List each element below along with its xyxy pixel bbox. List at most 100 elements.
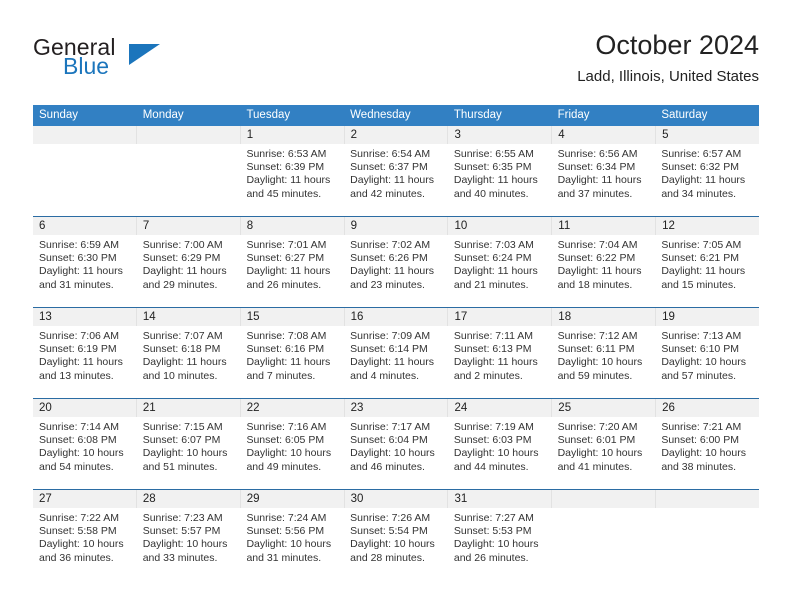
sunrise-text: Sunrise: 7:23 AM <box>142 512 223 524</box>
day-cell[interactable]: Sunrise: 7:09 AM Sunset: 6:14 PM Daylight:… <box>344 326 448 398</box>
day-cell[interactable]: Sunrise: 7:23 AM Sunset: 5:57 PM Daylight:… <box>137 508 241 580</box>
day-number[interactable]: 26 <box>655 399 759 417</box>
day-cell-empty <box>655 508 759 580</box>
day-cell[interactable]: Sunrise: 7:00 AM Sunset: 6:29 PM Daylight:… <box>137 235 241 307</box>
daylight-text-line1: Daylight: 11 hours <box>142 265 227 278</box>
day-number[interactable]: 2 <box>343 126 448 144</box>
day-cell[interactable]: Sunrise: 7:26 AM Sunset: 5:54 PM Daylight:… <box>344 508 448 580</box>
sunset-text: Sunset: 6:08 PM <box>39 434 117 447</box>
day-number[interactable]: 3 <box>447 126 551 144</box>
day-number[interactable]: 27 <box>33 490 136 508</box>
sunrise-text: Sunrise: 7:07 AM <box>142 330 223 342</box>
day-number[interactable]: 13 <box>33 308 136 326</box>
day-cell[interactable]: Sunrise: 7:05 AM Sunset: 6:21 PM Daylight:… <box>655 235 759 307</box>
sunset-text: Sunset: 5:57 PM <box>142 525 221 538</box>
daylight-text-line2: and 49 minutes. <box>246 460 322 473</box>
day-number[interactable]: 7 <box>135 217 240 235</box>
daylight-text-line1: Daylight: 11 hours <box>453 356 538 369</box>
sunset-text: Sunset: 6:10 PM <box>661 343 739 356</box>
day-cell[interactable]: Sunrise: 7:06 AM Sunset: 6:19 PM Daylight:… <box>33 326 137 398</box>
day-number[interactable]: 23 <box>343 399 448 417</box>
day-number[interactable]: 29 <box>239 490 344 508</box>
day-cell[interactable]: Sunrise: 7:03 AM Sunset: 6:24 PM Daylight:… <box>448 235 552 307</box>
day-number[interactable]: 9 <box>343 217 448 235</box>
day-cell[interactable]: Sunrise: 6:55 AM Sunset: 6:35 PM Daylight:… <box>448 144 552 216</box>
day-cell[interactable]: Sunrise: 7:12 AM Sunset: 6:11 PM Daylight:… <box>552 326 656 398</box>
day-number[interactable]: 11 <box>551 217 655 235</box>
day-number[interactable]: 28 <box>135 490 240 508</box>
day-cell[interactable]: Sunrise: 7:24 AM Sunset: 5:56 PM Daylight:… <box>240 508 344 580</box>
sunrise-text: Sunrise: 6:54 AM <box>350 148 431 160</box>
day-number[interactable]: 22 <box>239 399 344 417</box>
day-number[interactable]: 16 <box>343 308 448 326</box>
general-blue-logo[interactable]: General Blue <box>33 34 233 90</box>
day-cell[interactable]: Sunrise: 7:27 AM Sunset: 5:53 PM Daylight:… <box>448 508 552 580</box>
day-number[interactable]: 12 <box>655 217 759 235</box>
sunset-text: Sunset: 5:58 PM <box>39 525 117 538</box>
daylight-text-line1: Daylight: 11 hours <box>39 356 123 369</box>
day-number[interactable]: 20 <box>33 399 136 417</box>
day-number[interactable]: 24 <box>447 399 551 417</box>
day-number[interactable]: 15 <box>239 308 344 326</box>
daylight-text-line1: Daylight: 11 hours <box>453 265 538 278</box>
day-number[interactable]: 21 <box>135 399 240 417</box>
day-cell[interactable]: Sunrise: 7:16 AM Sunset: 6:05 PM Daylight:… <box>240 417 344 489</box>
calendar-week-row: 20 21 22 23 24 25 26 Sunrise: 7:14 AM Sunset: 6:… <box>33 398 759 489</box>
sunset-text: Sunset: 6:34 PM <box>557 161 636 174</box>
day-number[interactable]: 31 <box>447 490 551 508</box>
day-cell[interactable]: Sunrise: 7:21 AM Sunset: 6:00 PM Daylight:… <box>655 417 759 489</box>
day-number[interactable]: 17 <box>447 308 551 326</box>
day-number-empty <box>655 490 759 508</box>
sunrise-text: Sunrise: 7:27 AM <box>453 512 534 524</box>
day-number[interactable]: 4 <box>551 126 655 144</box>
weekday-header-friday: Friday <box>557 109 590 121</box>
sunset-text: Sunset: 6:37 PM <box>350 161 428 174</box>
day-cell-empty <box>33 144 137 216</box>
day-cell[interactable]: Sunrise: 6:59 AM Sunset: 6:30 PM Daylight:… <box>33 235 137 307</box>
sunset-text: Sunset: 6:00 PM <box>661 434 739 447</box>
day-cell[interactable]: Sunrise: 7:07 AM Sunset: 6:18 PM Daylight:… <box>137 326 241 398</box>
daylight-text-line1: Daylight: 10 hours <box>39 538 124 551</box>
weekday-header-sunday: Sunday <box>39 109 79 121</box>
day-number[interactable]: 1 <box>239 126 344 144</box>
day-cell[interactable]: Sunrise: 7:15 AM Sunset: 6:07 PM Daylight:… <box>137 417 241 489</box>
daylight-text-line2: and 40 minutes. <box>453 187 529 200</box>
day-number[interactable]: 18 <box>551 308 655 326</box>
day-number[interactable]: 10 <box>447 217 551 235</box>
sunset-text: Sunset: 6:26 PM <box>350 252 428 265</box>
day-number[interactable]: 6 <box>33 217 136 235</box>
day-cell[interactable]: Sunrise: 7:22 AM Sunset: 5:58 PM Daylight:… <box>33 508 137 580</box>
day-cell[interactable]: Sunrise: 7:20 AM Sunset: 6:01 PM Daylight:… <box>552 417 656 489</box>
daylight-text-line1: Daylight: 10 hours <box>246 447 332 460</box>
day-cell[interactable]: Sunrise: 7:04 AM Sunset: 6:22 PM Daylight:… <box>552 235 656 307</box>
sunrise-text: Sunrise: 7:05 AM <box>661 239 742 251</box>
day-number[interactable]: 30 <box>343 490 448 508</box>
day-number[interactable]: 8 <box>239 217 344 235</box>
day-cell[interactable]: Sunrise: 7:02 AM Sunset: 6:26 PM Daylight:… <box>344 235 448 307</box>
sunset-text: Sunset: 6:22 PM <box>557 252 636 265</box>
day-number[interactable]: 25 <box>551 399 655 417</box>
daylight-text-line1: Daylight: 11 hours <box>350 356 435 369</box>
sunrise-text: Sunrise: 7:17 AM <box>350 421 431 433</box>
page-title: October 2024 <box>595 30 759 60</box>
day-cell[interactable]: Sunrise: 7:01 AM Sunset: 6:27 PM Daylight:… <box>240 235 344 307</box>
day-number[interactable]: 19 <box>655 308 759 326</box>
day-cell[interactable]: Sunrise: 7:11 AM Sunset: 6:13 PM Daylight:… <box>448 326 552 398</box>
daylight-text-line2: and 46 minutes. <box>350 460 425 473</box>
day-cell[interactable]: Sunrise: 6:56 AM Sunset: 6:34 PM Daylight:… <box>552 144 656 216</box>
weekday-header-monday: Monday <box>142 109 184 121</box>
day-cell[interactable]: Sunrise: 7:14 AM Sunset: 6:08 PM Daylight:… <box>33 417 137 489</box>
day-cell[interactable]: Sunrise: 7:17 AM Sunset: 6:04 PM Daylight:… <box>344 417 448 489</box>
sunset-text: Sunset: 6:27 PM <box>246 252 325 265</box>
day-cell[interactable]: Sunrise: 6:53 AM Sunset: 6:39 PM Daylight:… <box>240 144 344 216</box>
day-cell[interactable]: Sunrise: 7:13 AM Sunset: 6:10 PM Daylight:… <box>655 326 759 398</box>
day-number-band: 13 14 15 16 17 18 19 <box>33 308 759 326</box>
day-cell[interactable]: Sunrise: 7:08 AM Sunset: 6:16 PM Daylight:… <box>240 326 344 398</box>
day-number[interactable]: 5 <box>655 126 759 144</box>
day-cell[interactable]: Sunrise: 6:54 AM Sunset: 6:37 PM Daylight:… <box>344 144 448 216</box>
day-cell[interactable]: Sunrise: 6:57 AM Sunset: 6:32 PM Daylight:… <box>655 144 759 216</box>
sunset-text: Sunset: 6:19 PM <box>39 343 117 356</box>
title-block: October 2024 Ladd, Illinois, United Stat… <box>577 28 759 88</box>
day-cell[interactable]: Sunrise: 7:19 AM Sunset: 6:03 PM Daylight:… <box>448 417 552 489</box>
day-number[interactable]: 14 <box>135 308 240 326</box>
